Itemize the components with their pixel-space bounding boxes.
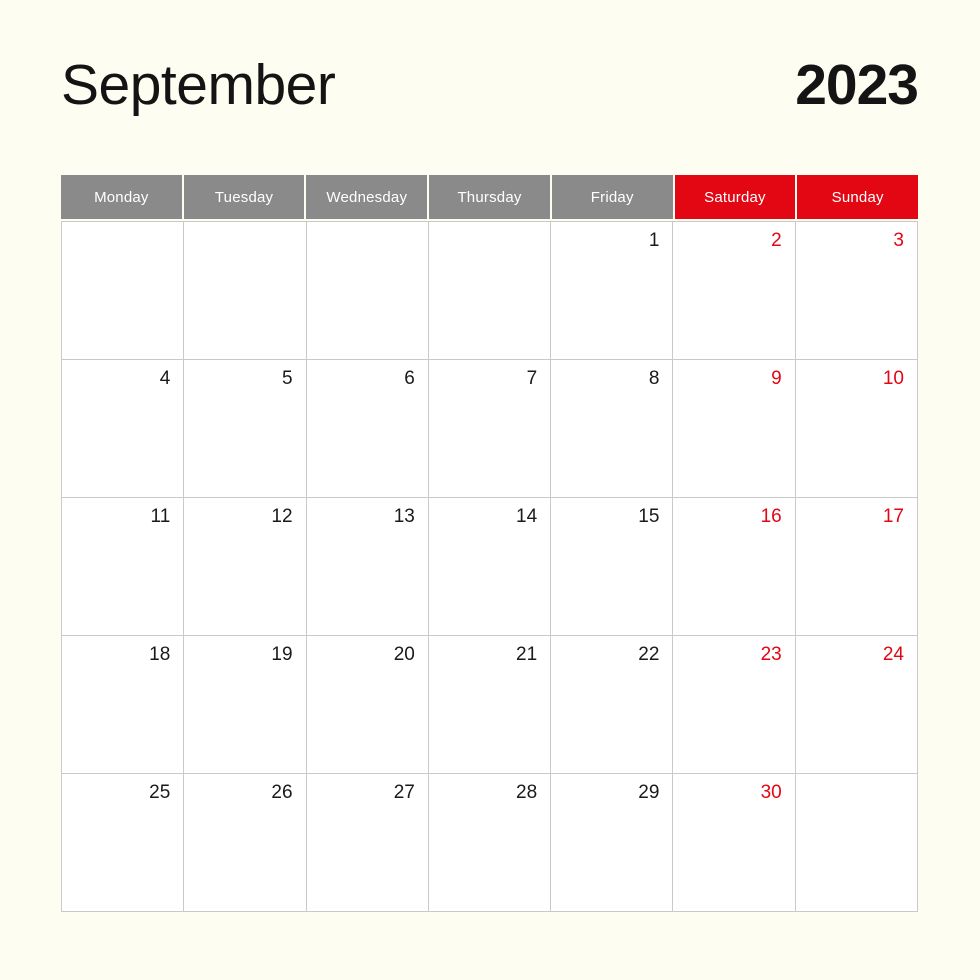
weekday-header-tuesday: Tuesday <box>183 175 305 219</box>
day-number: 24 <box>882 644 904 665</box>
day-cell[interactable]: 19 <box>184 636 306 773</box>
day-cell[interactable]: 12 <box>184 498 306 635</box>
day-cell[interactable]: 17 <box>795 498 917 635</box>
day-number: 23 <box>760 644 782 665</box>
calendar-title-bar: September 2023 <box>61 53 919 147</box>
day-cell[interactable]: 5 <box>184 360 306 497</box>
day-cell-empty <box>62 222 184 359</box>
day-cell-empty <box>428 222 551 359</box>
day-number: 8 <box>648 368 660 389</box>
day-number: 29 <box>638 782 660 803</box>
day-number: 22 <box>638 644 660 665</box>
day-cell[interactable]: 20 <box>306 636 428 773</box>
calendar-day-grid: 1 2 3 4 5 6 7 8 9 10 11 12 13 14 15 16 17 18 19 20 21 22 23 24 2… <box>61 221 918 912</box>
day-cell[interactable]: 3 <box>795 222 917 359</box>
day-number: 26 <box>271 782 293 803</box>
weekday-header-sunday: Sunday <box>797 175 919 219</box>
day-cell[interactable]: 29 <box>551 774 673 911</box>
weekday-header-row: Monday Tuesday Wednesday Thursday Friday Satu… <box>61 175 919 219</box>
day-number: 18 <box>149 644 171 665</box>
day-cell[interactable]: 9 <box>673 360 795 497</box>
day-cell[interactable]: 28 <box>428 774 551 911</box>
day-cell[interactable]: 15 <box>551 498 673 635</box>
day-cell[interactable]: 8 <box>551 360 673 497</box>
day-cell[interactable]: 30 <box>673 774 795 911</box>
calendar-page: September 2023 Monday Tuesday Wednesday Thu… <box>0 0 980 980</box>
day-cell[interactable]: 23 <box>673 636 795 773</box>
day-number: 13 <box>393 506 415 527</box>
day-number: 19 <box>271 644 293 665</box>
day-cell[interactable]: 18 <box>62 636 184 773</box>
day-cell[interactable]: 1 <box>551 222 673 359</box>
day-cell[interactable]: 14 <box>428 498 551 635</box>
day-cell[interactable]: 4 <box>62 360 184 497</box>
day-number: 2 <box>771 230 782 251</box>
weekday-header-saturday: Saturday <box>674 175 796 219</box>
day-number: 21 <box>516 644 538 665</box>
day-number: 1 <box>648 230 660 251</box>
day-cell[interactable]: 22 <box>551 636 673 773</box>
day-number: 9 <box>771 368 782 389</box>
day-number: 5 <box>281 368 293 389</box>
day-number: 25 <box>149 782 171 803</box>
day-cell[interactable]: 16 <box>673 498 795 635</box>
day-cell-empty <box>306 222 428 359</box>
day-number: 11 <box>150 506 171 527</box>
day-number: 10 <box>882 368 904 389</box>
day-number: 15 <box>638 506 660 527</box>
day-cell-empty <box>184 222 306 359</box>
day-number: 4 <box>159 368 171 389</box>
day-number: 6 <box>404 368 415 389</box>
weekday-header-friday: Friday <box>551 175 673 219</box>
day-cell[interactable]: 2 <box>673 222 795 359</box>
weekday-header-monday: Monday <box>61 175 182 219</box>
day-cell[interactable]: 7 <box>428 360 551 497</box>
day-cell[interactable]: 10 <box>795 360 917 497</box>
day-cell[interactable]: 26 <box>184 774 306 911</box>
day-cell[interactable]: 11 <box>62 498 184 635</box>
day-cell[interactable]: 21 <box>428 636 551 773</box>
day-number: 30 <box>760 782 782 803</box>
day-cell[interactable]: 13 <box>306 498 428 635</box>
weekday-header-thursday: Thursday <box>429 175 550 219</box>
day-number: 12 <box>271 506 293 527</box>
month-title: September <box>61 53 336 117</box>
day-number: 16 <box>760 506 782 527</box>
day-cell[interactable]: 27 <box>306 774 428 911</box>
day-cell[interactable]: 24 <box>795 636 917 773</box>
day-number: 3 <box>893 230 904 251</box>
day-number: 14 <box>516 506 538 527</box>
weekday-header-wednesday: Wednesday <box>306 175 428 219</box>
year-title: 2023 <box>795 53 919 117</box>
day-number: 17 <box>882 506 904 527</box>
day-number: 7 <box>526 368 538 389</box>
day-cell-empty <box>795 774 917 911</box>
day-number: 27 <box>393 782 415 803</box>
day-cell[interactable]: 25 <box>62 774 184 911</box>
day-cell[interactable]: 6 <box>306 360 428 497</box>
day-number: 28 <box>516 782 538 803</box>
day-number: 20 <box>393 644 415 665</box>
